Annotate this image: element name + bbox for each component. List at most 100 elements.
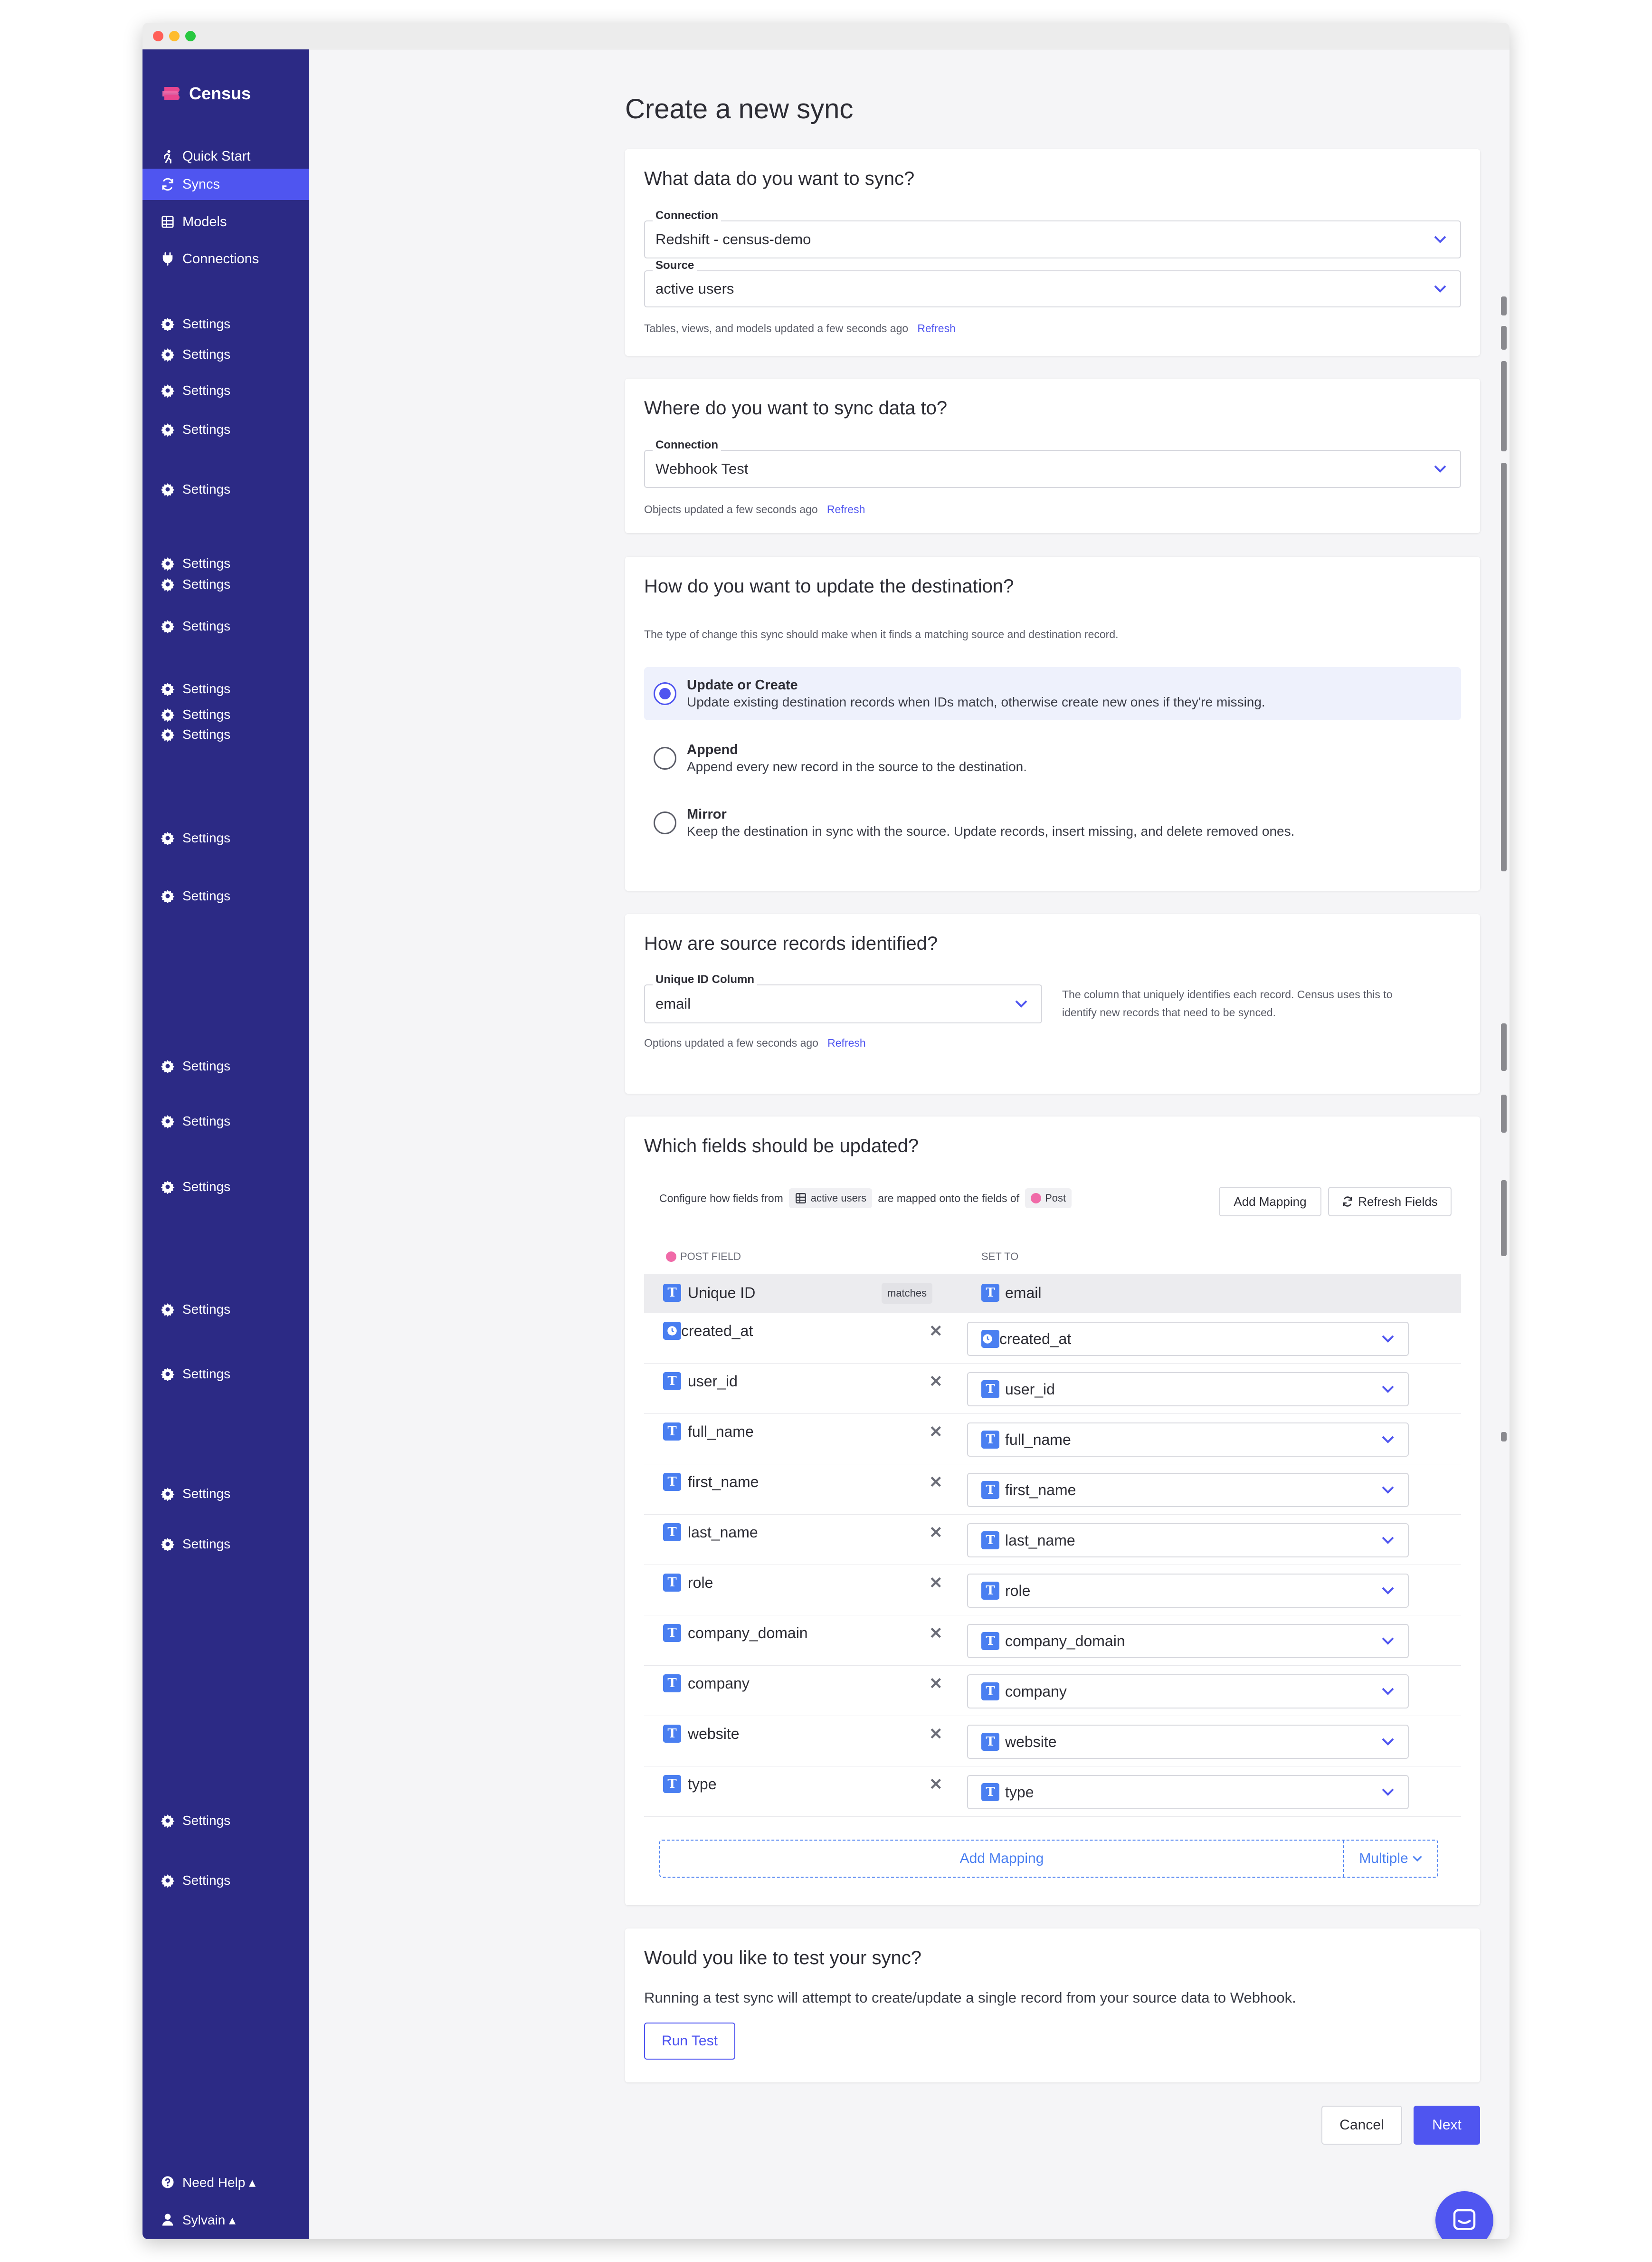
source-connection-select[interactable]: Connection Redshift - census-demo	[644, 209, 1461, 258]
destination-field: Tfull_name	[663, 1422, 754, 1441]
text-type-icon: T	[663, 1284, 681, 1302]
text-type-icon: T	[663, 1674, 681, 1692]
chevron-down-icon	[1382, 1738, 1394, 1746]
source-field-select[interactable]: Tlast_name	[967, 1523, 1409, 1557]
next-button[interactable]: Next	[1414, 2106, 1480, 2145]
gear-icon	[161, 1303, 175, 1317]
source-field-select[interactable]: created_at	[967, 1322, 1409, 1356]
source-field-select[interactable]: Tfirst_name	[967, 1473, 1409, 1507]
remove-mapping-icon[interactable]: ✕	[929, 1422, 943, 1441]
scroll-marker	[1501, 1023, 1507, 1071]
sidebar-item-settings[interactable]: Settings	[142, 882, 309, 910]
sidebar-item-settings[interactable]: Settings	[142, 720, 309, 749]
help-line: identify new records that need to be syn…	[1062, 1006, 1276, 1019]
remove-mapping-icon[interactable]: ✕	[929, 1775, 943, 1794]
sidebar-item-settings[interactable]: Settings	[142, 675, 309, 703]
sidebar-item-settings[interactable]: Settings	[142, 415, 309, 444]
chat-launcher-button[interactable]	[1435, 2191, 1493, 2239]
field-label: Unique ID Column	[653, 973, 757, 986]
sidebar-item-settings[interactable]: Settings	[142, 1479, 309, 1508]
add-mapping-bottom-button[interactable]: Add Mapping	[660, 1841, 1343, 1877]
need-help-menu[interactable]: Need Help ▴	[142, 2168, 309, 2196]
refresh-fields-button[interactable]: Refresh Fields	[1328, 1187, 1452, 1216]
sync-icon	[162, 178, 173, 191]
gear-icon	[161, 578, 175, 592]
sidebar-item-settings[interactable]: Settings	[142, 1052, 309, 1080]
radio-button[interactable]	[654, 747, 676, 770]
sidebar-item-settings[interactable]: Settings	[142, 1295, 309, 1324]
remove-mapping-icon[interactable]: ✕	[929, 1473, 943, 1492]
brand-logo[interactable]: Census	[161, 82, 251, 105]
add-mapping-button[interactable]: Add Mapping	[1219, 1187, 1321, 1216]
sidebar-item-settings[interactable]: Settings	[142, 824, 309, 852]
source-field-select[interactable]: Tcompany	[967, 1674, 1409, 1708]
sidebar-item-settings[interactable]: Settings	[142, 310, 309, 338]
scroll-thumb[interactable]	[1501, 463, 1507, 871]
remove-mapping-icon[interactable]: ✕	[929, 1574, 943, 1593]
sidebar-item-connections[interactable]: Connections	[142, 243, 309, 275]
source-field-select[interactable]: Tfull_name	[967, 1422, 1409, 1457]
remove-mapping-icon[interactable]: ✕	[929, 1372, 943, 1391]
chevron-down-icon	[1434, 236, 1446, 243]
field-name: company_domain	[688, 1624, 808, 1642]
sidebar-item-settings[interactable]: Settings	[142, 376, 309, 405]
sidebar-item-settings[interactable]: Settings	[142, 1107, 309, 1136]
timestamp-type-icon	[981, 1330, 999, 1348]
identity-card-title: How are source records identified?	[644, 933, 938, 954]
destination-connection-select[interactable]: Connection Webhook Test	[644, 439, 1461, 488]
user-menu[interactable]: Sylvain ▴	[142, 2205, 309, 2234]
sidebar-item-settings[interactable]: Settings	[142, 475, 309, 504]
radio-button[interactable]	[654, 682, 676, 705]
mode-option-mirror[interactable]: Mirror Keep the destination in sync with…	[644, 796, 1461, 849]
mode-option-update-or-create[interactable]: Update or Create Update existing destina…	[644, 667, 1461, 720]
sidebar-item-quick-start[interactable]: Quick Start	[142, 141, 309, 172]
sidebar-item-settings[interactable]: Settings	[142, 1806, 309, 1835]
scrollbar[interactable]	[1501, 296, 1507, 1441]
chevron-down-icon	[1015, 1000, 1027, 1008]
sidebar-item-settings[interactable]: Settings	[142, 1530, 309, 1558]
multiple-dropdown[interactable]: Multiple	[1343, 1841, 1437, 1877]
source-model-select[interactable]: Source active users	[644, 259, 1461, 307]
remove-mapping-icon[interactable]: ✕	[929, 1674, 943, 1693]
chat-icon	[1453, 2209, 1476, 2230]
refresh-link[interactable]: Refresh	[917, 322, 956, 334]
source-field-select[interactable]: Twebsite	[967, 1725, 1409, 1759]
remove-mapping-icon[interactable]: ✕	[929, 1322, 943, 1341]
need-help-label: Need Help ▴	[182, 2175, 256, 2190]
unique-id-row: T Unique ID matches T email	[644, 1274, 1461, 1313]
sidebar-label: Settings	[182, 556, 231, 571]
chevron-down-icon	[1382, 1788, 1394, 1796]
sidebar-item-settings[interactable]: Settings	[142, 1173, 309, 1201]
sidebar-item-syncs[interactable]: Syncs	[142, 169, 309, 200]
sidebar-item-settings[interactable]: Settings	[142, 612, 309, 640]
sidebar-label: Settings	[182, 1179, 231, 1194]
text-type-icon: T	[663, 1775, 681, 1793]
source-field-select[interactable]: Ttype	[967, 1775, 1409, 1809]
refresh-link[interactable]: Refresh	[827, 503, 865, 515]
identity-card: How are source records identified? Uniqu…	[625, 914, 1480, 1094]
remove-mapping-icon[interactable]: ✕	[929, 1624, 943, 1643]
sidebar-item-settings[interactable]: Settings	[142, 1360, 309, 1388]
text-type-icon: T	[981, 1682, 999, 1700]
source-card: What data do you want to sync? Connectio…	[625, 149, 1480, 356]
radio-button[interactable]	[654, 811, 676, 834]
close-window-button[interactable]	[153, 31, 163, 41]
sidebar-item-settings[interactable]: Settings	[142, 570, 309, 599]
remove-mapping-icon[interactable]: ✕	[929, 1523, 943, 1542]
text-type-icon: T	[663, 1523, 681, 1541]
run-test-button[interactable]: Run Test	[644, 2023, 735, 2060]
remove-mapping-icon[interactable]: ✕	[929, 1725, 943, 1744]
minimize-window-button[interactable]	[169, 31, 180, 41]
refresh-link[interactable]: Refresh	[827, 1037, 866, 1049]
source-field-select[interactable]: Tuser_id	[967, 1372, 1409, 1406]
source-field-select[interactable]: Tcompany_domain	[967, 1624, 1409, 1658]
sidebar-item-settings[interactable]: Settings	[142, 340, 309, 369]
cancel-button[interactable]: Cancel	[1321, 2106, 1402, 2145]
sidebar-item-models[interactable]: Models	[142, 206, 309, 238]
unique-id-column-select[interactable]: Unique ID Column email	[644, 973, 1042, 1023]
zoom-window-button[interactable]	[185, 31, 196, 41]
source-field-select[interactable]: Trole	[967, 1574, 1409, 1608]
sidebar-item-settings[interactable]: Settings	[142, 1866, 309, 1895]
field-value: role	[1005, 1582, 1031, 1599]
mode-option-append[interactable]: Append Append every new record in the so…	[644, 732, 1461, 785]
